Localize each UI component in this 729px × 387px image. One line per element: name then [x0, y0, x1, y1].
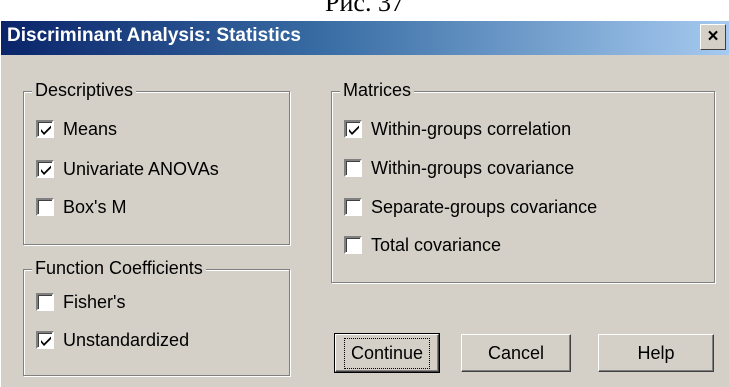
cancel-button-label: Cancel — [487, 342, 545, 363]
boxs-m-checkbox[interactable]: Box's M — [36, 195, 126, 219]
within-groups-covariance-checkbox-box[interactable] — [344, 159, 362, 177]
separate-groups-covariance-label: Separate-groups covariance — [371, 196, 598, 217]
function-coefficients-legend: Function Coefficients — [32, 258, 206, 279]
continue-button-label: Continue — [343, 337, 431, 369]
total-covariance-checkbox[interactable]: Total covariance — [344, 233, 501, 257]
within-groups-covariance-label: Within-groups covariance — [371, 157, 575, 178]
separate-groups-covariance-checkbox[interactable]: Separate-groups covariance — [344, 195, 597, 219]
descriptives-legend: Descriptives — [32, 80, 137, 101]
boxs-m-label: Box's M — [63, 196, 127, 217]
univariate-anovas-checkbox[interactable]: Univariate ANOVAs — [36, 157, 219, 181]
fishers-checkbox-box[interactable] — [36, 293, 54, 311]
unstandardized-label: Unstandardized — [63, 329, 190, 350]
fishers-checkbox[interactable]: Fisher's — [36, 290, 125, 314]
within-groups-covariance-checkbox[interactable]: Within-groups covariance — [344, 156, 574, 180]
univariate-anovas-checkbox-box[interactable] — [36, 160, 54, 178]
continue-button[interactable]: Continue — [334, 333, 440, 373]
means-checkbox-box[interactable] — [36, 120, 54, 138]
cancel-button[interactable]: Cancel — [461, 334, 571, 372]
close-icon: × — [707, 26, 719, 47]
means-label: Means — [63, 118, 118, 139]
within-groups-correlation-label: Within-groups correlation — [371, 118, 572, 139]
matrices-group: Matrices Within-groups correlation Withi… — [331, 80, 715, 283]
help-button-label: Help — [637, 342, 675, 363]
help-button[interactable]: Help — [598, 334, 714, 372]
checkmark-icon — [349, 125, 359, 135]
univariate-anovas-label: Univariate ANOVAs — [63, 158, 219, 179]
unstandardized-checkbox[interactable]: Unstandardized — [36, 328, 189, 352]
checkmark-icon — [41, 336, 51, 346]
dialog-title: Discriminant Analysis: Statistics — [7, 25, 301, 46]
title-bar[interactable]: Discriminant Analysis: Statistics × — [1, 21, 729, 55]
separate-groups-covariance-checkbox-box[interactable] — [344, 198, 362, 216]
fishers-label: Fisher's — [63, 291, 126, 312]
cropped-figure-caption: Рис. 37 — [325, 0, 404, 17]
within-groups-correlation-checkbox[interactable]: Within-groups correlation — [344, 117, 571, 141]
matrices-legend: Matrices — [340, 80, 415, 101]
boxs-m-checkbox-box[interactable] — [36, 198, 54, 216]
total-covariance-label: Total covariance — [371, 234, 502, 255]
within-groups-correlation-checkbox-box[interactable] — [344, 120, 362, 138]
statistics-dialog: Discriminant Analysis: Statistics × Desc… — [0, 20, 729, 387]
means-checkbox[interactable]: Means — [36, 117, 117, 141]
total-covariance-checkbox-box[interactable] — [344, 236, 362, 254]
unstandardized-checkbox-box[interactable] — [36, 331, 54, 349]
descriptives-group: Descriptives Means Univariate ANOVAs Box… — [23, 80, 290, 245]
checkmark-icon — [41, 125, 51, 135]
close-button[interactable]: × — [700, 24, 726, 50]
function-coefficients-group: Function Coefficients Fisher's Unstandar… — [23, 258, 290, 376]
checkmark-icon — [41, 165, 51, 175]
